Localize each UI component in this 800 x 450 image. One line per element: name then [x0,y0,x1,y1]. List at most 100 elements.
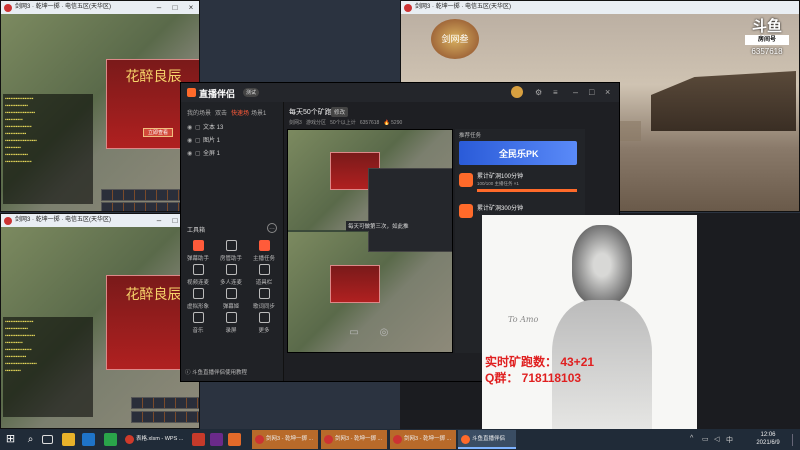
app-icon[interactable] [192,433,205,446]
avatar[interactable] [511,86,523,98]
scene-item[interactable]: ◉ ▢ 文本 13 [187,122,279,134]
maximize-icon[interactable]: □ [167,1,183,14]
chat-box: ▪▪▪▪▪▪▪▪▪▪▪▪▪▪▪▪ ▪▪▪▪▪▪▪▪▪▪▪▪▪ ▪▪▪▪▪▪▪▪▪▪▪… [3,317,93,417]
camera-icon: ◎ [379,327,389,338]
skill-bar[interactable] [131,411,199,423]
camera-button[interactable]: ◎ [373,327,395,349]
tab-dual[interactable]: 双击 [215,108,227,117]
stream-title[interactable]: 每天50个矿跑 [289,107,332,117]
event-view-button[interactable]: 立即查看 [143,128,173,137]
windows-start-icon[interactable]: ⊞ [4,433,17,446]
taskbar-task[interactable]: 斗鱼直播伴侣 [458,430,516,449]
game-icon [324,435,333,444]
tool-label: 视频连麦 [186,280,209,286]
scene-item[interactable]: ◉ ▢ 图片 1 [187,135,279,147]
tab-my-scenes[interactable]: 我的场景 [187,108,211,117]
menu-icon[interactable]: ≡ [553,88,558,97]
tool-room-admin[interactable]: 房管助手 [216,240,246,262]
task-label: 剑网3 - 乾坤一掷 ... [404,436,452,442]
pk-banner[interactable]: 全民乐PK [459,141,577,165]
meta-popularity: 5290 [391,120,403,126]
lock-icon[interactable]: ▢ [195,122,203,134]
tab-quick[interactable]: 快速场 [231,108,249,117]
edit-title-button[interactable]: 修改 [331,107,349,117]
window-title-bar[interactable]: 剑网3 · 乾坤一掷 · 电信五区(天华区) – □ × [1,214,199,227]
clock-date: 2021/6/9 [756,440,780,446]
taskbar-task[interactable]: 表格.xlsm - WPS ... [122,430,188,449]
app-icon[interactable] [228,433,241,446]
douyu-watermark: 斗鱼 房间号 6357618 [741,15,793,59]
scene-item[interactable]: ◉ ▢ 全屏 1 [187,148,279,160]
settings-icon[interactable]: ⚙ [535,88,542,97]
tool-danmu[interactable]: 弹幕助手 [183,240,213,262]
tool-label: 更多 [258,328,270,334]
lock-icon[interactable]: ▢ [195,148,203,160]
lock-icon[interactable]: ▢ [195,135,203,147]
tool-video-link[interactable]: 视频连麦 [183,264,213,286]
screen-share-button[interactable]: ▭ [343,327,365,349]
clock-time: 12:06 [760,432,776,438]
stream-preview[interactable] [287,129,453,353]
task-label: 剑网3 - 乾坤一掷 ... [335,436,383,442]
taskbar-task[interactable]: 剑网3 - 乾坤一掷 ... [390,430,456,449]
tool-more[interactable]: 更多 [249,312,279,334]
wechat-icon[interactable] [104,433,117,446]
tutorial-label: 斗鱼直播伴侣使用教程 [192,370,248,376]
edge-icon[interactable] [82,433,95,446]
more-icon[interactable]: … [267,223,277,233]
window-title-bar[interactable]: 剑网3 · 乾坤一掷 · 电信五区(天华区) [401,1,799,14]
show-desktop-button[interactable] [792,434,796,446]
eye-icon[interactable]: ◉ [187,135,195,147]
tool-label: 道具栏 [255,280,273,286]
app-header[interactable]: 直播伴侣 测试 ⚙ ≡ – □ × [181,83,619,102]
tool-label: 虚拟形象 [186,304,209,310]
task-progress [477,189,577,192]
tool-label: 多人连麦 [219,280,242,286]
task-label: 斗鱼直播伴侣 [472,436,506,442]
minimize-icon[interactable]: – [573,87,578,97]
tool-music[interactable]: 音乐 [183,312,213,334]
game-window-bottom-left[interactable]: 剑网3 · 乾坤一掷 · 电信五区(天华区) – □ × ▪▪▪▪▪▪▪▪▪▪▪… [0,213,200,429]
version-badge[interactable]: 测试 [243,88,260,97]
game-window-top-left[interactable]: 剑网3 · 乾坤一掷 · 电信五区(天华区) – □ × ▪▪▪▪▪▪▪▪▪▪▪… [0,0,200,212]
meta-room: 6357618 [359,120,380,126]
tutorial-link[interactable]: ⓘ 斗鱼直播伴侣使用教程 [185,368,247,376]
minimize-icon[interactable]: – [151,1,167,14]
close-icon[interactable]: × [605,87,610,97]
tool-props[interactable]: 道具栏 [249,264,279,286]
task-item[interactable]: 累计矿洞100分钟 100/100 主播任务 ×1 [459,169,577,195]
notice-text: 每天可做第三次，如此推 [346,221,411,231]
file-explorer-icon[interactable] [62,433,75,446]
skill-bar[interactable] [131,397,199,409]
taskbar-task[interactable]: 剑网3 - 乾坤一掷 ... [252,430,318,449]
search-icon[interactable]: ⌕ [24,433,37,446]
tool-lyrics[interactable]: 歌词同步 [249,288,279,310]
ore-run-count: 实时矿跑数： 43+21 [485,355,595,369]
clock[interactable]: 12:06 2021/6/9 [748,431,788,447]
network-icon[interactable]: ▭ [702,435,709,443]
volume-icon[interactable]: ◁ [714,435,719,443]
window-title-bar[interactable]: 剑网3 · 乾坤一掷 · 电信五区(天华区) – □ × [1,1,199,14]
stream-meta: 剑网3 游戏分区 50个以上计 6357618 🔥 5290 [289,119,402,126]
tool-avatar[interactable]: 虚拟形象 [183,288,213,310]
tool-task[interactable]: 主播任务 [249,240,279,262]
tool-record[interactable]: 录屏 [216,312,246,334]
chat-box: ▪▪▪▪▪▪▪▪▪▪▪▪▪▪▪▪ ▪▪▪▪▪▪▪▪▪▪▪▪▪ ▪▪▪▪▪▪▪▪▪▪▪… [3,94,93,204]
app-icon[interactable] [210,433,223,446]
tray-chevron-icon[interactable]: ^ [690,435,693,442]
maximize-icon[interactable]: □ [589,87,594,97]
task-view-icon[interactable] [42,435,53,444]
tool-multi-link[interactable]: 多人连麦 [216,264,246,286]
ime-icon[interactable]: 中 [726,435,733,445]
eye-icon[interactable]: ◉ [187,148,195,160]
tools-header: 工具箱 [187,228,206,234]
tab-scene1[interactable]: 场景1 [251,108,266,117]
minimize-icon[interactable]: – [151,214,167,227]
game-scene: ▪▪▪▪▪▪▪▪▪▪▪▪▪▪▪▪ ▪▪▪▪▪▪▪▪▪▪▪▪▪ ▪▪▪▪▪▪▪▪▪▪▪… [1,227,199,428]
streaming-app-icon [461,435,470,444]
eye-icon[interactable]: ◉ [187,122,195,134]
tool-danmu-girl[interactable]: 弹幕姬 [216,288,246,310]
taskbar-task[interactable]: 剑网3 - 乾坤一掷 ... [321,430,387,449]
close-icon[interactable]: × [183,1,199,14]
video-icon [192,264,204,275]
